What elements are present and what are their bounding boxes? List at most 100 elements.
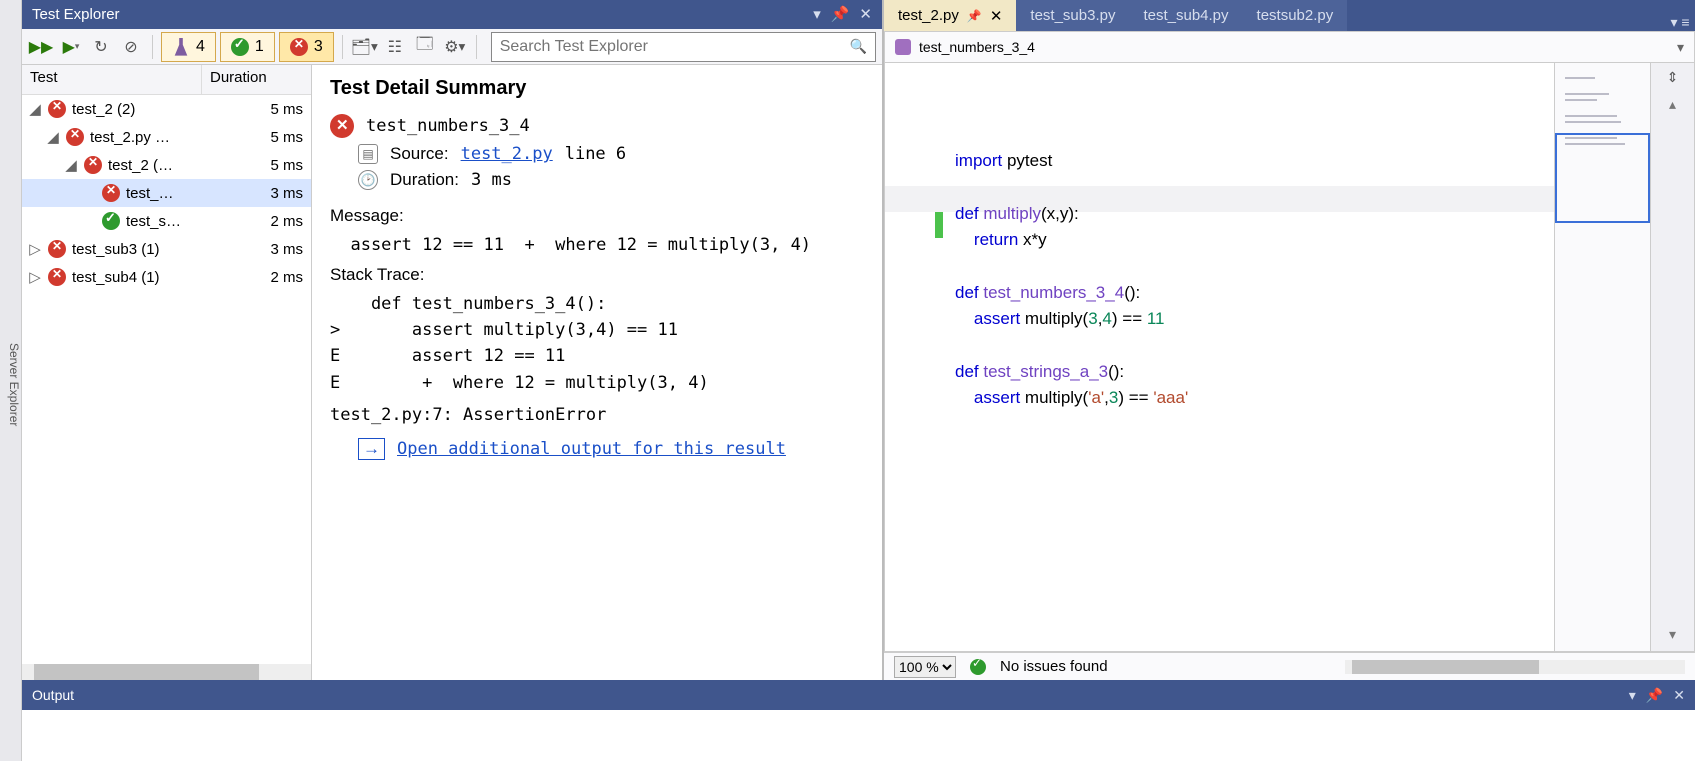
test-duration: 5 ms — [243, 129, 303, 146]
duration-value: 3 ms — [471, 170, 512, 190]
pass-icon — [231, 38, 249, 56]
test-duration: 2 ms — [243, 269, 303, 286]
fail-icon — [102, 184, 120, 202]
editor-tab[interactable]: test_sub3.py — [1016, 0, 1129, 31]
fail-icon — [84, 156, 102, 174]
tree-header: Test Duration — [22, 65, 311, 95]
tree-row[interactable]: ◢ test_2.py …5 ms — [22, 123, 311, 151]
cancel-button[interactable]: ⊘ — [118, 33, 144, 61]
test-explorer-panel: Test Explorer ▾ 📌 ✕ ▶▶ ▶▾ ↻ ⊘ 4 — [22, 0, 884, 680]
editor-tab[interactable]: testsub2.py — [1243, 0, 1348, 31]
scroll-down-icon[interactable]: ▾ — [1669, 626, 1676, 643]
expand-caret[interactable]: ◢ — [46, 128, 60, 146]
error-line: test_2.py:7: AssertionError — [330, 402, 864, 428]
expand-caret[interactable]: ▷ — [28, 240, 42, 258]
test-duration: 5 ms — [243, 101, 303, 118]
status-text: No issues found — [1000, 658, 1108, 675]
source-icon: ▤ — [358, 144, 378, 164]
fail-icon — [48, 100, 66, 118]
minimap-viewport[interactable] — [1555, 133, 1650, 223]
fail-icon — [48, 268, 66, 286]
test-label: test_2 (2) — [72, 101, 243, 118]
editor-status-bar: 100 % No issues found — [884, 652, 1695, 680]
run-all-button[interactable]: ▶▶ — [28, 33, 54, 61]
pin-icon[interactable]: 📌 — [1646, 687, 1663, 704]
tab-label: testsub2.py — [1257, 7, 1334, 24]
run-button[interactable]: ▶▾ — [58, 33, 84, 61]
test-duration: 3 ms — [243, 241, 303, 258]
filter-fail[interactable]: 3 — [279, 32, 334, 62]
test-label: test_s… — [126, 213, 243, 230]
source-file-link[interactable]: test_2.py — [461, 144, 553, 164]
detail-heading: Test Detail Summary — [330, 77, 864, 100]
side-item-server[interactable]: Server Explorer — [7, 343, 21, 426]
expand-caret[interactable]: ◢ — [64, 156, 78, 174]
flask-icon — [172, 38, 190, 56]
search-box[interactable]: 🔍 — [491, 32, 876, 62]
tree-row[interactable]: test_s…2 ms — [22, 207, 311, 235]
filter-total[interactable]: 4 — [161, 32, 216, 62]
test-duration: 5 ms — [243, 157, 303, 174]
test-tree: ◢test_2 (2)5 ms◢test_2.py …5 ms◢test_2 (… — [22, 95, 311, 664]
output-panel-title: Output ▾ 📌 ✕ — [22, 680, 1695, 710]
test-label: test_2.py … — [90, 129, 243, 146]
search-icon[interactable]: 🔍 — [850, 38, 867, 55]
ok-status-icon — [970, 659, 986, 675]
dropdown-icon[interactable]: ▾ — [1629, 687, 1636, 704]
search-input[interactable] — [500, 38, 850, 56]
stack-trace: def test_numbers_3_4(): > assert multipl… — [330, 291, 864, 396]
col-duration[interactable]: Duration — [202, 65, 275, 94]
group-button[interactable]: ☷ — [382, 33, 408, 61]
test-explorer-title: Test Explorer — [32, 6, 120, 23]
breadcrumb-symbol: test_numbers_3_4 — [919, 39, 1035, 55]
breadcrumb-bar[interactable]: test_numbers_3_4 ▾ — [884, 31, 1695, 63]
open-output-link[interactable]: Open additional output for this result — [397, 439, 786, 459]
close-tab-icon[interactable]: ✕ — [990, 7, 1003, 25]
test-detail-panel: Test Detail Summary test_numbers_3_4 ▤ S… — [312, 65, 882, 680]
expand-caret[interactable]: ◢ — [28, 100, 42, 118]
source-label: Source: — [390, 144, 449, 164]
col-test[interactable]: Test — [22, 65, 202, 94]
test-label: test_… — [126, 185, 243, 202]
output-title: Output — [32, 687, 74, 703]
test-label: test_sub3 (1) — [72, 241, 243, 258]
filter-pass[interactable]: 1 — [220, 32, 275, 62]
side-rail: Server Explorer Toolbox — [0, 0, 22, 761]
code-editor[interactable]: import pytest def multiply(x,y): return … — [885, 63, 1554, 651]
playlist-button[interactable]: 🗂▾ — [351, 33, 378, 61]
clock-icon: 🕑 — [358, 170, 378, 190]
pin-icon[interactable]: 📌 — [967, 9, 982, 23]
pass-icon — [102, 212, 120, 230]
expand-caret[interactable]: ▷ — [28, 268, 42, 286]
editor-tab[interactable]: test_sub4.py — [1129, 0, 1242, 31]
editor-hscrollbar[interactable] — [1345, 660, 1685, 674]
scroll-up-icon[interactable]: ▴ — [1669, 96, 1676, 113]
repeat-button[interactable]: ↻ — [88, 33, 114, 61]
tree-row[interactable]: ▷ test_sub3 (1)3 ms — [22, 235, 311, 263]
message-text: assert 12 == 11 + where 12 = multiply(3,… — [330, 232, 864, 258]
columns-button[interactable]: 🗔 — [412, 33, 438, 61]
close-icon[interactable]: ✕ — [859, 5, 872, 23]
minimap[interactable] — [1554, 63, 1650, 651]
tree-row[interactable]: ◢test_2 (…5 ms — [22, 151, 311, 179]
split-handle[interactable]: ⇕ ▴ ▾ — [1650, 63, 1694, 651]
fail-icon — [290, 38, 308, 56]
tab-overflow-button[interactable]: ▾ ≡ — [1665, 14, 1695, 31]
zoom-selector[interactable]: 100 % — [894, 656, 956, 678]
pin-icon[interactable]: 📌 — [831, 5, 850, 23]
dropdown-icon[interactable]: ▾ — [813, 5, 821, 23]
tree-row[interactable]: test_…3 ms — [22, 179, 311, 207]
tree-row[interactable]: ◢ test_2 (2)5 ms — [22, 95, 311, 123]
stack-label: Stack Trace: — [330, 265, 864, 285]
editor-panel: test_2.py📌✕test_sub3.pytest_sub4.pytests… — [884, 0, 1695, 680]
tree-row[interactable]: ▷test_sub4 (1)2 ms — [22, 263, 311, 291]
fail-icon — [66, 128, 84, 146]
split-icon: ⇕ — [1667, 69, 1679, 86]
editor-tab[interactable]: test_2.py📌✕ — [884, 0, 1016, 31]
settings-button[interactable]: ⚙▾ — [442, 33, 468, 61]
output-icon: → — [358, 438, 385, 460]
message-label: Message: — [330, 206, 864, 226]
chevron-down-icon[interactable]: ▾ — [1677, 39, 1684, 56]
close-icon[interactable]: ✕ — [1673, 687, 1685, 704]
tree-hscrollbar[interactable] — [22, 664, 311, 680]
